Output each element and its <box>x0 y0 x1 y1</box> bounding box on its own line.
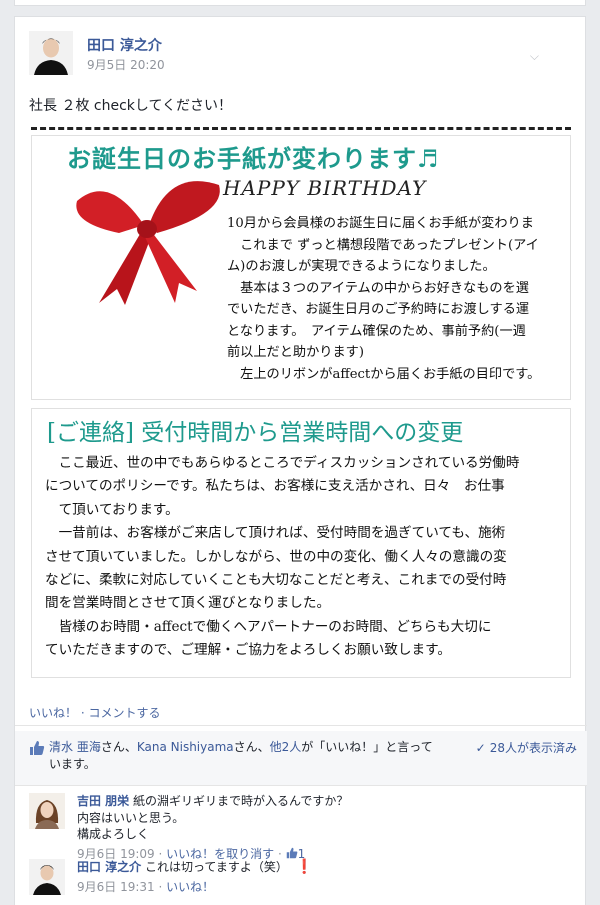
flyer-birthday-text: 10月から会員様のお誕生日に届くお手紙が変わりま これまで ずっと構想段階であっ… <box>227 216 541 382</box>
flyer-notice-title: [ご連絡] 受付時間から営業時間への変更 <box>47 420 464 446</box>
liker-name-2[interactable]: Kana Nishiyama <box>137 740 234 754</box>
likes-text: 清水 亜海さん、Kana Nishiyamaさん、他2人が「いいね！」と言ってい… <box>49 739 439 773</box>
actions-separator: · <box>77 706 89 720</box>
post-card: 田口 淳之介 9月5日 20:20 ⌵ 社長 ２枚 checkしてください！ お… <box>14 16 587 905</box>
comment-body: 吉田 朋栄 紙の淵ギリギリまで時が入るんですか？ 内容はいいと思う。 構成よろし… <box>77 793 567 862</box>
flyer-notice-text: ここ最近、世の中でもあらゆるところでディスカッションされている労働時 についての… <box>45 455 520 659</box>
post-actions: いいね！ · コメントする <box>29 704 160 721</box>
exclamation-icon: ❗ <box>295 859 314 875</box>
attached-flyer-image[interactable]: お誕生日のお手紙が変わります♬ HAPPY BIRTHDAY 10月から会員様の… <box>31 125 571 685</box>
comment-meta: 9月6日 19:31 · いいね！ <box>77 879 215 894</box>
likes-divider <box>15 785 587 786</box>
likes-others-link[interactable]: 他2人 <box>270 740 302 754</box>
comment-text: これは切ってますよ（笑） <box>145 860 288 874</box>
likes-suffix-2: さん、 <box>233 740 270 754</box>
comment-author[interactable]: 田口 淳之介 <box>77 860 141 874</box>
post-header: 田口 淳之介 9月5日 20:20 ⌵ <box>29 31 549 77</box>
commenter-avatar[interactable] <box>29 793 65 829</box>
post-text: 社長 ２枚 checkしてください！ <box>29 98 233 114</box>
comment-link[interactable]: コメントする <box>88 706 160 720</box>
like-link[interactable]: いいね！ <box>29 706 77 720</box>
comment-like-link[interactable]: いいね！ <box>166 880 214 894</box>
ribbon-icon <box>76 181 220 305</box>
comment-body: 田口 淳之介 これは切ってますよ（笑） ❗ 9月6日 19:31 · いいね！ <box>77 859 567 895</box>
feed-top-strip <box>0 0 600 6</box>
seen-by-count[interactable]: ✓ 28人が表示済み <box>476 739 577 756</box>
flyer-dashed-border <box>31 127 571 130</box>
commenter-avatar[interactable] <box>29 859 65 895</box>
seen-by-label: 28人が表示済み <box>489 741 577 755</box>
likes-summary: 清水 亜海さん、Kana Nishiyamaさん、他2人が「いいね！」と言ってい… <box>15 731 587 785</box>
comment-time[interactable]: 9月6日 19:31 <box>77 880 155 894</box>
chevron-down-icon[interactable]: ⌵ <box>530 49 539 64</box>
post-timestamp[interactable]: 9月5日 20:20 <box>87 56 165 73</box>
likes-suffix-1: さん、 <box>100 740 137 754</box>
check-icon: ✓ <box>475 741 486 755</box>
thumbs-up-icon <box>30 741 45 755</box>
post-author-name[interactable]: 田口 淳之介 <box>87 35 162 55</box>
flyer-subtitle: HAPPY BIRTHDAY <box>223 176 427 200</box>
liker-name-1[interactable]: 清水 亜海 <box>49 740 101 754</box>
author-avatar[interactable] <box>29 31 73 75</box>
comment-author[interactable]: 吉田 朋栄 <box>77 794 129 808</box>
actions-divider <box>15 725 587 726</box>
thumbs-up-icon <box>286 847 297 858</box>
